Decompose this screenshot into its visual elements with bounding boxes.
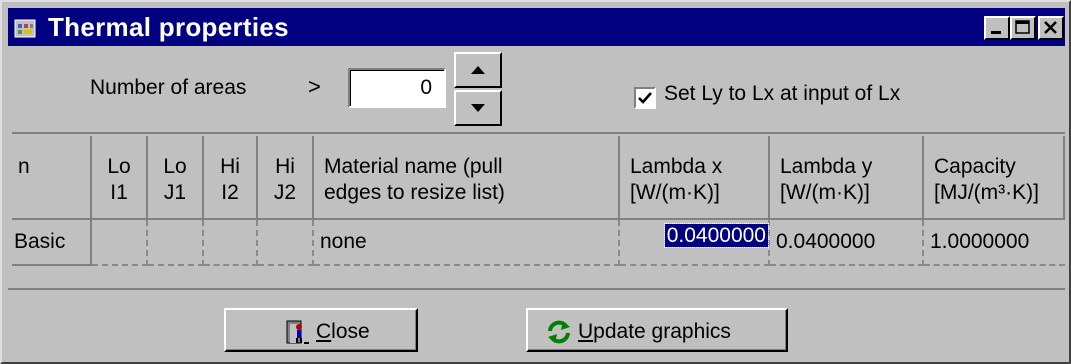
maximize-button[interactable] [1010,16,1036,40]
header-lambda-x[interactable]: Lambda x [W/(m·K)] [620,136,770,220]
header-lo-i1[interactable]: Lo I1 [92,136,148,220]
title-bar[interactable]: Thermal properties [8,8,1065,46]
thermal-properties-window: Thermal properties Number of areas > 0 S… [0,0,1071,364]
header-n-label: n [18,155,30,178]
areas-arrow-text: > [308,74,321,99]
update-label-rest: pdate graphics [593,320,731,343]
refresh-icon [548,320,570,344]
door-exit-icon [286,320,309,344]
materials-grid[interactable]: n Lo I1 Lo J1 Hi I2 Hi J2 Material name … [12,132,1065,284]
cell-material-name[interactable]: none [314,220,620,266]
header-material-name[interactable]: Material name (pull edges to resize list… [314,136,620,220]
header-hi-i2[interactable]: Hi I2 [204,136,258,220]
cell-hi-i2[interactable] [204,220,258,266]
spin-down-button[interactable] [454,90,502,126]
cell-lo-i1[interactable] [92,220,148,266]
close-label-rest: lose [331,320,370,343]
maximize-icon [1015,20,1030,34]
number-of-areas-label: Number of areas [90,76,247,99]
app-icon [14,19,36,38]
spin-up-icon [471,66,485,74]
header-lo-j1[interactable]: Lo J1 [148,136,204,220]
cell-hi-j2[interactable] [258,220,314,266]
cell-capacity[interactable]: 1.0000000 [924,220,1065,266]
update-graphics-button[interactable]: Update graphics [526,308,788,352]
minimize-icon [991,31,1001,34]
row-label-basic[interactable]: Basic [12,220,92,266]
close-icon [1044,21,1057,34]
cell-lambda-x[interactable]: 0.0400000 [620,220,770,266]
set-ly-checkbox[interactable] [634,87,656,109]
header-n[interactable]: n [12,136,92,220]
close-button[interactable]: Close [224,308,418,352]
close-mnemonic: C [316,320,332,343]
button-bar: Close Update graphics [8,288,1065,360]
set-ly-label[interactable]: Set Ly to Lx at input of Lx [664,82,900,106]
spin-down-icon [471,104,485,112]
checkmark-icon [638,92,652,104]
areas-toolbar: Number of areas > 0 Set Ly to Lx at inpu… [8,48,1065,132]
cell-lo-j1[interactable] [148,220,204,266]
close-button-label: Close [316,320,370,344]
header-lambda-y[interactable]: Lambda y [W/(m·K)] [770,136,924,220]
header-capacity[interactable]: Capacity [MJ/(m³·K)] [924,136,1065,220]
spin-up-button[interactable] [454,52,502,88]
cell-lambda-y[interactable]: 0.0400000 [770,220,924,266]
update-mnemonic: U [578,320,594,343]
selected-cell-value: 0.0400000 [663,223,770,248]
window-title: Thermal properties [48,12,289,42]
minimize-button[interactable] [984,16,1010,40]
update-graphics-label: Update graphics [578,320,731,344]
close-window-button[interactable] [1038,16,1064,40]
header-hi-j2[interactable]: Hi J2 [258,136,314,220]
number-of-areas-input[interactable]: 0 [348,68,446,108]
